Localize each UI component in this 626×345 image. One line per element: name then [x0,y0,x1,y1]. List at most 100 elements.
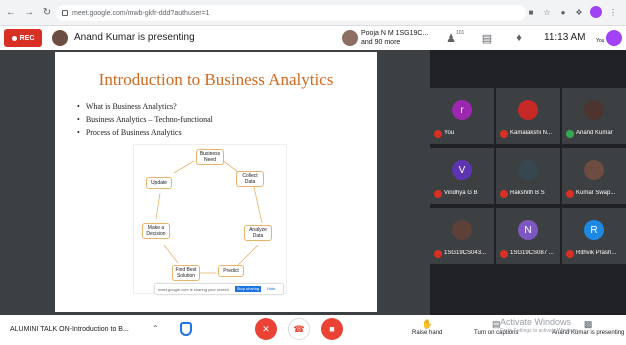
mic-off-icon [500,130,508,138]
end-call-button[interactable]: ☎ [288,318,310,340]
chat-icon[interactable]: ▤ [480,31,494,45]
presenter-avatar [52,30,68,46]
participant-grid: r You Kamalakshi N... Anand Kumar V Vind… [430,88,626,273]
bullet-item: What is Business Analytics? [77,102,213,111]
presentation-area: Introduction to Business Analytics What … [0,50,430,315]
clock: 11:13 AM [544,32,586,43]
you-label: You [596,38,605,44]
participant-name: Anand Kumar [576,130,613,136]
participant-avatar [518,100,538,120]
diagram-arrows [155,156,263,274]
user-avatar[interactable] [606,30,622,46]
node-analyze-data: Analyze Data [244,225,272,241]
meet-window: ← → ↻ meet.google.com/mwb-gkfr-ddd?authu… [0,0,626,345]
share-notice-text: meet.google.com is sharing your screen [158,286,229,292]
mic-off-icon [434,190,442,198]
node-make-decision: Make a Decision [142,223,170,239]
participant-avatar: V [452,160,472,180]
windows-watermark: Activate Windows [500,317,572,327]
participant-avatar: r [452,100,472,120]
mic-off-button[interactable]: ✕ [255,318,277,340]
participant-tile[interactable]: Anand Kumar [562,88,626,144]
star-icon[interactable]: ☆ [542,7,552,17]
node-update: Update [146,177,172,189]
more-icon[interactable]: ⋮ [608,7,618,17]
mic-off-icon [434,250,442,258]
record-dot-icon [11,35,17,41]
hand-icon: ✋ [421,319,433,329]
participant-count: 101 [456,30,465,36]
meeting-title: ALUMINI TALK ON-Introduction to B... [10,326,129,333]
shield-icon[interactable] [180,322,192,336]
presenting-status: Anand Kumar is presenting [74,32,195,43]
mic-off-icon [434,130,442,138]
participant-tile[interactable]: r You [430,88,494,144]
bullet-item: Process of Business Analytics [77,128,213,137]
stop-sharing-button[interactable]: Stop sharing [235,286,261,292]
slide-bullets: What is Business Analytics? Business Ana… [77,102,213,141]
participant-name: 1SG19CS043... [444,250,487,256]
browser-toolbar: ← → ↻ meet.google.com/mwb-gkfr-ddd?authu… [0,0,626,26]
mic-off-icon [500,250,508,258]
participant-avatar: R [584,220,604,240]
chevron-up-icon[interactable]: ⌃ [152,324,159,333]
windows-watermark-sub: Go to Settings to activate Windows. [500,328,579,334]
profile-icon[interactable] [590,6,602,18]
extensions: ■ ☆ ● ❖ ⋮ [526,6,618,18]
meeting-stage: Introduction to Business Analytics What … [0,50,626,315]
raise-hand-button[interactable]: ✋ Raise hand [412,319,442,336]
participant-name: 1SG19CS087 ... [510,250,554,256]
address-bar[interactable]: meet.google.com/mwb-gkfr-ddd?authuser=1 [56,5,526,21]
participant-name: You [444,130,455,136]
mic-off-icon [500,190,508,198]
hide-button[interactable]: Hide [267,286,275,291]
mic-off-icon [566,190,574,198]
bullet-item: Business Analytics – Techno-functional [77,115,213,124]
participant-name: Kamalakshi N... [510,130,553,136]
puzzle-icon[interactable]: ❖ [574,7,584,17]
pinned-avatar [342,30,358,46]
extension-icon[interactable]: ● [558,7,568,17]
participant-tile[interactable]: 1SG19CS043... [430,208,494,264]
meet-topbar: REC Anand Kumar is presenting Pooja N M … [0,26,626,50]
participant-name: Rithvik Prash... [576,250,617,256]
participant-name: Vindhya G B [444,190,478,196]
participant-avatar [584,100,604,120]
participant-avatar: N [518,220,538,240]
node-find-best-solution: Find Best Solution [172,265,200,281]
forward-icon[interactable]: → [22,6,36,20]
participant-tile[interactable]: V Vindhya G B [430,148,494,204]
activities-icon[interactable]: ♦ [512,31,526,45]
pinned-info[interactable]: Pooja N M 1SG19C... and 90 more [361,29,428,47]
node-business-need: Business Need [196,149,224,165]
raise-hand-label: Raise hand [412,330,443,336]
back-icon[interactable]: ← [4,6,18,20]
process-diagram: Business Need Collect Data Analyze Data … [133,144,287,294]
camera-off-button[interactable]: ■ [321,318,343,340]
rec-label: REC [19,34,35,42]
participant-avatar [452,220,472,240]
address-text: meet.google.com/mwb-gkfr-ddd?authuser=1 [72,9,210,17]
mouse-cursor-icon: ✦ [345,236,351,243]
recording-badge: REC [4,29,42,47]
node-collect-data: Collect Data [236,171,264,187]
camera-icon[interactable]: ■ [526,7,536,17]
node-predict: Predict [218,265,244,277]
lock-icon [62,10,68,16]
participant-avatar [584,160,604,180]
participant-name: Rakshith B S [510,190,545,196]
participant-tile[interactable]: R Rithvik Prash... [562,208,626,264]
participant-tile[interactable]: N 1SG19CS087 ... [496,208,560,264]
participant-tile[interactable]: Kumar Swap... [562,148,626,204]
screen-share-notice: meet.google.com is sharing your screen S… [155,284,283,294]
meet-bottombar: ALUMINI TALK ON-Introduction to B... ⌃ ✕… [0,315,626,345]
participant-tile[interactable]: Kamalakshi N... [496,88,560,144]
slide-title: Introduction to Business Analytics [98,70,334,89]
presentation-slide: Introduction to Business Analytics What … [55,52,377,312]
reload-icon[interactable]: ↻ [40,6,54,20]
pinned-more: and 90 more [361,39,401,46]
participant-name: Kumar Swap... [576,190,616,196]
participant-tile[interactable]: Rakshith B S [496,148,560,204]
speaking-icon [566,130,574,138]
pinned-name: Pooja N M 1SG19C... [361,30,429,37]
